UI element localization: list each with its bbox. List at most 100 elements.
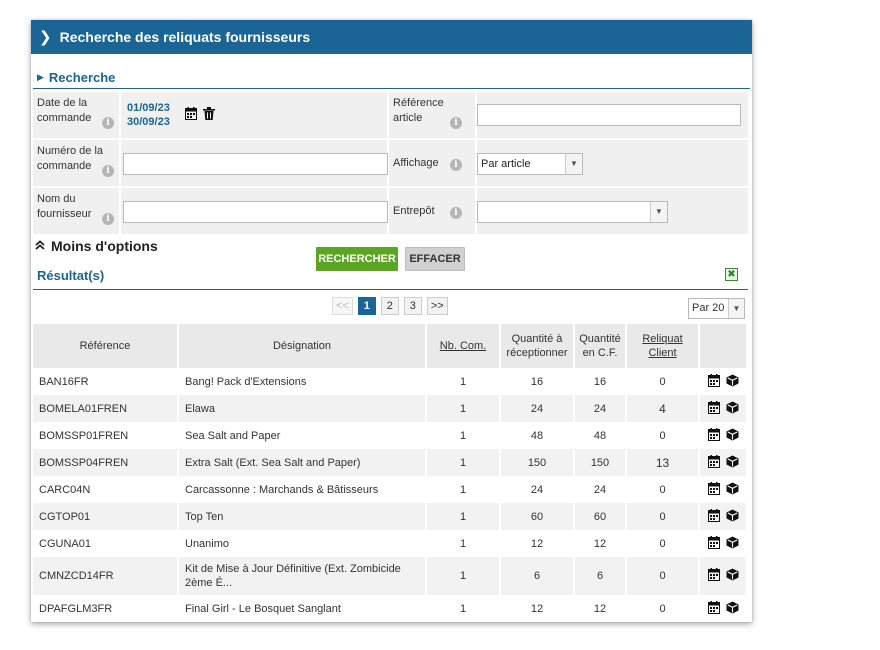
display-select[interactable]: Par article ▼ (477, 153, 583, 175)
cell-nb-com: 1 (427, 476, 501, 503)
cell-reference: CGUNA01 (33, 530, 179, 557)
info-icon[interactable]: i (450, 207, 462, 219)
box-icon[interactable] (726, 536, 739, 552)
warehouse-select[interactable]: ▼ (477, 201, 668, 223)
cell-actions (700, 449, 748, 476)
search-section-title: Recherche (48, 69, 116, 85)
trash-icon[interactable] (203, 107, 215, 123)
box-icon[interactable] (726, 401, 739, 417)
calendar-icon[interactable] (707, 508, 720, 525)
supplier-name-input[interactable] (123, 201, 388, 223)
order-date-label: Date de la commande (37, 97, 92, 124)
pagination-page-2[interactable]: 2 (380, 297, 399, 315)
pagination-page-1[interactable]: 1 (357, 297, 376, 315)
box-icon[interactable] (726, 428, 739, 444)
cell-qty-to-receive: 12 (501, 595, 575, 622)
pagination-prev[interactable]: << (332, 297, 353, 315)
cell-actions (700, 476, 748, 503)
article-ref-value-cell (477, 92, 748, 138)
calendar-icon[interactable] (707, 373, 720, 390)
per-page-select[interactable]: Par 20 ▼ (688, 298, 745, 319)
warehouse-label-cell: Entrepôt i (389, 188, 475, 234)
cell-reliquat-client: 0 (627, 530, 700, 557)
search-section-toggle[interactable]: ▶ Recherche (33, 66, 750, 89)
info-icon[interactable]: i (102, 117, 114, 129)
calendar-icon[interactable] (707, 568, 720, 584)
cell-reliquat-client: 0 (627, 422, 700, 449)
box-icon[interactable] (726, 601, 739, 617)
cell-reference: BOMELA01FREN (33, 395, 179, 422)
cell-reliquat-client: 0 (627, 503, 700, 530)
warehouse-label: Entrepôt (393, 205, 435, 217)
calendar-icon[interactable] (707, 600, 720, 617)
box-icon[interactable] (726, 482, 739, 498)
results-table: Référence Désignation Nb. Com. Quantité … (33, 324, 748, 622)
display-value-cell: Par article ▼ (477, 140, 748, 186)
options-label: Moins d'options (51, 238, 158, 254)
cell-actions (700, 368, 748, 395)
cell-qty-cf: 16 (575, 368, 627, 395)
cell-designation: Kit de Mise à Jour Définitive (Ext. Zomb… (179, 557, 427, 595)
col-header-qty-to-receive[interactable]: Quantité à réceptionner (501, 324, 575, 368)
pagination-next[interactable]: >> (426, 297, 448, 315)
calendar-icon[interactable] (707, 481, 720, 498)
cell-nb-com: 1 (427, 557, 501, 595)
info-icon[interactable]: i (450, 117, 462, 129)
cell-actions (700, 530, 748, 557)
info-icon[interactable]: i (102, 165, 114, 177)
order-date-to[interactable]: 30/09/23 (127, 115, 170, 129)
cell-actions (700, 503, 748, 530)
table-row[interactable]: CGUNA01 Unanimo 1 12 12 0 (33, 530, 748, 557)
box-icon[interactable] (726, 455, 739, 471)
calendar-icon[interactable] (707, 427, 720, 444)
order-number-label-cell: Numéro de la commande i (33, 140, 119, 186)
excel-export-icon[interactable]: ✖ (725, 268, 738, 281)
cell-designation: Extra Salt (Ext. Sea Salt and Paper) (179, 449, 427, 476)
display-label: Affichage (393, 157, 439, 169)
results-header: Résultat(s) ✖ (33, 265, 748, 290)
col-header-reliquat-client[interactable]: Reliquat Client (627, 324, 700, 368)
box-icon[interactable] (726, 509, 739, 525)
table-row[interactable]: CARC04N Carcassonne : Marchands & Bâtisse… (33, 476, 748, 503)
order-number-input[interactable] (123, 153, 388, 175)
calendar-icon[interactable] (185, 107, 197, 123)
table-row[interactable]: BOMSSP04FREN Extra Salt (Ext. Sea Salt an… (33, 449, 748, 476)
calendar-icon[interactable] (707, 535, 720, 552)
cell-qty-cf: 48 (575, 422, 627, 449)
cell-reference: BOMSSP04FREN (33, 449, 179, 476)
table-row[interactable]: CMNZCD14FR Kit de Mise à Jour Définitive … (33, 557, 748, 595)
options-toggle[interactable]: Moins d'options (35, 238, 158, 254)
cell-reliquat-client: 0 (627, 476, 700, 503)
col-header-qty-cf[interactable]: Quantité en C.F. (575, 324, 627, 368)
chevron-down-icon: ▼ (565, 154, 582, 174)
box-icon[interactable] (726, 374, 739, 390)
col-header-designation[interactable]: Désignation (179, 324, 427, 368)
table-row[interactable]: CGTOP01 Top Ten 1 60 60 0 (33, 503, 748, 530)
cell-qty-cf: 60 (575, 503, 627, 530)
cell-qty-cf: 12 (575, 595, 627, 622)
col-header-nb-com[interactable]: Nb. Com. (427, 324, 501, 368)
cell-designation: Unanimo (179, 530, 427, 557)
form-row: Date de la commande i 01/09/23 30/09/23 … (33, 92, 748, 138)
table-row[interactable]: BOMSSP01FREN Sea Salt and Paper 1 48 48 0 (33, 422, 748, 449)
table-row[interactable]: DPAFGLM3FR Final Girl - Le Bosquet Sangla… (33, 595, 748, 622)
box-icon[interactable] (726, 568, 739, 584)
table-row[interactable]: BOMELA01FREN Elawa 1 24 24 4 (33, 395, 748, 422)
pagination-page-3[interactable]: 3 (403, 297, 422, 315)
table-row[interactable]: BAN16FR Bang! Pack d'Extensions 1 16 16 0 (33, 368, 748, 395)
article-ref-label: Référence article (393, 97, 444, 124)
chevron-down-icon: ▼ (650, 202, 667, 222)
info-icon[interactable]: i (102, 213, 114, 225)
info-icon[interactable]: i (450, 159, 462, 171)
calendar-icon[interactable] (707, 454, 720, 471)
article-ref-input[interactable] (477, 104, 741, 126)
calendar-icon[interactable] (707, 400, 720, 417)
cell-qty-to-receive: 150 (501, 449, 575, 476)
cell-reference: CARC04N (33, 476, 179, 503)
table-header-row: Référence Désignation Nb. Com. Quantité … (33, 324, 748, 368)
cell-designation: Top Ten (179, 503, 427, 530)
triangle-right-icon: ▶ (37, 71, 44, 82)
order-date-from[interactable]: 01/09/23 (127, 101, 170, 115)
double-chevron-up-icon (35, 239, 45, 253)
col-header-reference[interactable]: Référence (33, 324, 179, 368)
